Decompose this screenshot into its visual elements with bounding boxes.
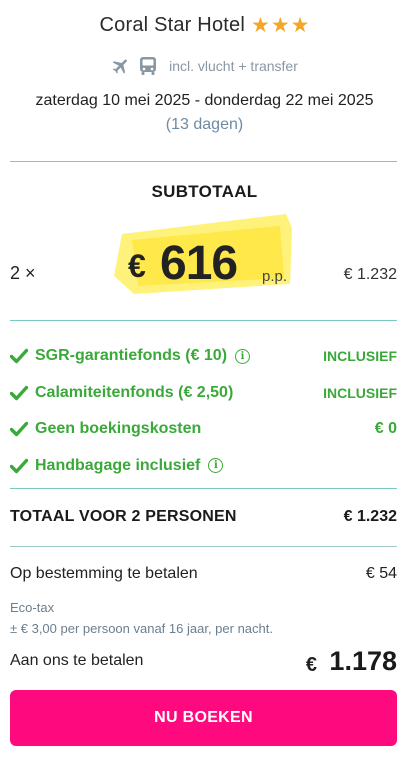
check-icon [10, 458, 28, 473]
star-icon: ★ [270, 14, 290, 37]
ecotax-detail: ± € 3,00 per persoon vanaf 16 jaar, per … [10, 621, 273, 636]
subtotal-total: € 1.232 [343, 266, 397, 283]
travel-dates: zaterdag 10 mei 2025 - donderdag 22 mei … [35, 92, 374, 109]
list-item: Geen boekingskosten € 0 [10, 411, 397, 448]
book-now-button[interactable]: NU BOEKEN [10, 690, 397, 746]
total-value: € 1.232 [343, 508, 397, 525]
hotel-name: Coral Star Hotel [99, 14, 245, 36]
divider [10, 488, 397, 489]
destination-label: Op bestemming te betalen [10, 565, 198, 582]
included-list: SGR-garantiefonds (€ 10) i INCLUSIEF Cal… [10, 338, 397, 484]
divider [10, 161, 397, 162]
airplane-icon [111, 56, 131, 76]
info-icon[interactable]: i [208, 458, 224, 474]
hotel-header: Coral Star Hotel ★ ★ ★ [0, 14, 409, 37]
divider [10, 546, 397, 547]
price-per-person: 616 [160, 237, 238, 290]
star-icon: ★ [251, 14, 270, 37]
list-item: Handbagage inclusief i [10, 448, 397, 485]
payment-label: Aan ons te betalen [10, 652, 144, 669]
transport-text: incl. vlucht + transfer [169, 58, 298, 74]
included-item-label: Geen boekingskosten [35, 420, 202, 438]
price-currency: € [128, 248, 146, 284]
bus-icon [139, 56, 157, 76]
transport-info: incl. vlucht + transfer [0, 56, 409, 76]
hotel-rating: ★ ★ ★ [251, 15, 309, 36]
total-label: TOTAAL VOOR 2 PERSONEN [10, 508, 237, 525]
star-icon: ★ [290, 14, 310, 37]
list-item: SGR-garantiefonds (€ 10) i INCLUSIEF [10, 338, 397, 375]
included-item-value: INCLUSIEF [323, 384, 397, 401]
travel-duration: (13 dagen) [165, 116, 244, 133]
destination-value: € 54 [365, 565, 397, 582]
payment-currency: € [305, 654, 317, 676]
check-icon [10, 422, 28, 437]
included-item-label: Handbagage inclusief [35, 456, 201, 474]
per-person-label: p.p. [262, 268, 288, 285]
check-icon [10, 385, 28, 400]
info-icon[interactable]: i [235, 348, 251, 364]
included-item-label: Calamiteitenfonds (€ 2,50) [35, 383, 234, 401]
check-icon [10, 349, 28, 364]
subtotal-title: SUBTOTAAL [151, 182, 258, 201]
total-row: TOTAAL VOOR 2 PERSONEN € 1.232 [10, 508, 397, 526]
payment-amount: 1.178 [329, 646, 397, 676]
included-item-value: € 0 [374, 420, 397, 438]
included-item-value: INCLUSIEF [323, 348, 397, 365]
divider [10, 320, 397, 321]
destination-payment-row: Op bestemming te betalen € 54 [10, 565, 397, 583]
list-item: Calamiteitenfonds (€ 2,50) INCLUSIEF [10, 375, 397, 412]
included-item-label: SGR-garantiefonds (€ 10) [35, 347, 228, 365]
ecotax-label: Eco-tax [10, 600, 55, 615]
quantity: 2 × [10, 263, 36, 283]
